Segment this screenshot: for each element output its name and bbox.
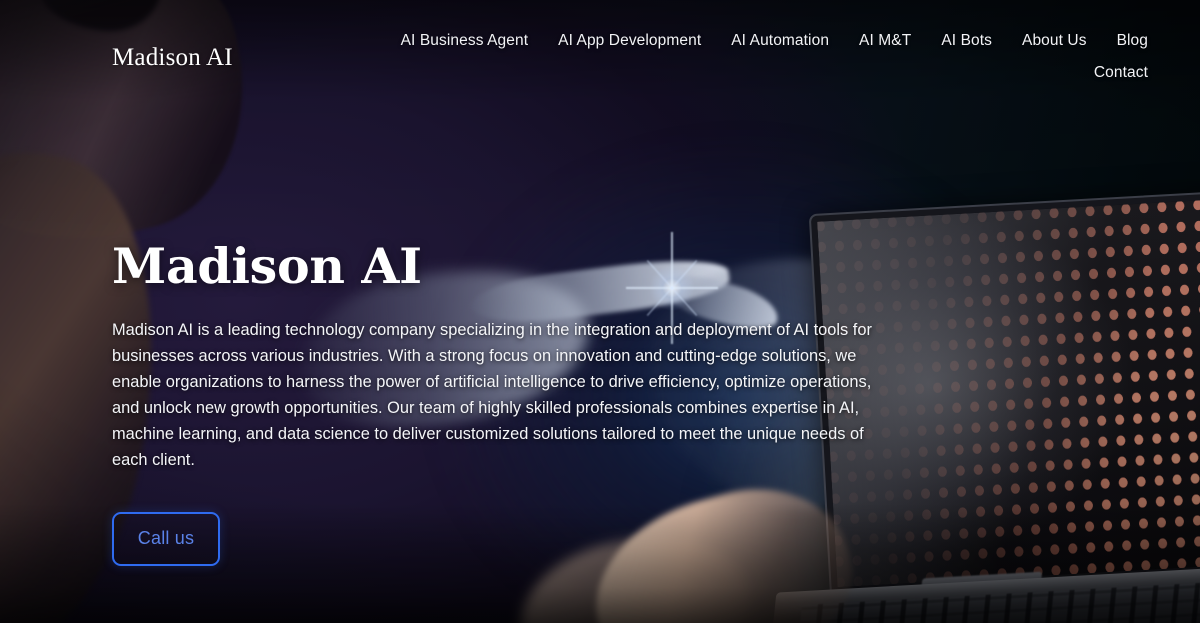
main-navigation: AI Business Agent AI App Development AI … — [401, 18, 1148, 82]
nav-link-ai-automation[interactable]: AI Automation — [731, 32, 829, 50]
nav-link-ai-bots[interactable]: AI Bots — [941, 32, 992, 50]
call-us-button[interactable]: Call us — [112, 511, 220, 566]
page-title: Madison AI — [112, 237, 422, 295]
hero-content: Madison AI Madison AI is a leading techn… — [112, 240, 902, 566]
nav-link-about-us[interactable]: About Us — [1022, 32, 1087, 50]
nav-link-contact[interactable]: Contact — [1094, 64, 1148, 82]
site-header: Madison AI AI Business Agent AI App Deve… — [0, 0, 1200, 82]
nav-link-ai-business-agent[interactable]: AI Business Agent — [401, 32, 529, 50]
cta-container: Call us — [112, 511, 902, 566]
nav-link-ai-app-development[interactable]: AI App Development — [558, 32, 701, 50]
nav-row-secondary: Contact — [1094, 64, 1148, 82]
nav-row-primary: AI Business Agent AI App Development AI … — [401, 32, 1148, 50]
nav-link-blog[interactable]: Blog — [1117, 32, 1148, 50]
nav-link-ai-mt[interactable]: AI M&T — [859, 32, 911, 50]
hero-description: Madison AI is a leading technology compa… — [112, 320, 872, 469]
brand-logo[interactable]: Madison AI — [112, 44, 233, 72]
